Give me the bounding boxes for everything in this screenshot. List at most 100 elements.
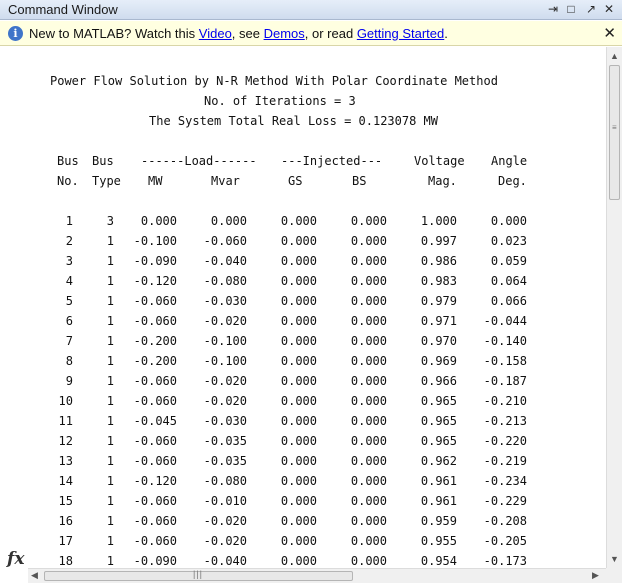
col-header-voltage: Voltage <box>414 154 465 168</box>
load-mvar-cell: -0.020 <box>203 534 247 548</box>
angle-deg-cell: 0.059 <box>490 254 527 268</box>
col-header-injected: ---Injected--- <box>281 154 383 168</box>
scroll-left-icon[interactable]: ◀ <box>31 570 38 581</box>
vertical-scroll-thumb[interactable]: ≡ <box>609 65 620 200</box>
load-mw-cell: -0.200 <box>133 334 177 348</box>
load-mw-cell: -0.100 <box>133 234 177 248</box>
col-header-bus1: Bus <box>57 154 79 168</box>
angle-deg-cell: 0.064 <box>490 274 527 288</box>
injected-gs-cell: 0.000 <box>280 394 317 408</box>
grip-icon: ||| <box>193 569 204 579</box>
voltage-mag-cell: 0.955 <box>420 534 457 548</box>
voltage-mag-cell: 0.965 <box>420 434 457 448</box>
vertical-scrollbar[interactable]: ▲ ≡ ▼ <box>606 47 622 568</box>
angle-deg-cell: -0.234 <box>483 474 527 488</box>
voltage-mag-cell: 0.997 <box>420 234 457 248</box>
angle-deg-cell: -0.229 <box>483 494 527 508</box>
injected-bs-cell: 0.000 <box>350 314 387 328</box>
load-mw-cell: -0.060 <box>133 514 177 528</box>
infobar-close-icon[interactable]: ✕ <box>603 24 616 42</box>
scroll-right-icon[interactable]: ▶ <box>592 570 599 581</box>
load-mvar-cell: -0.080 <box>203 474 247 488</box>
injected-bs-cell: 0.000 <box>350 514 387 528</box>
minimize-icon[interactable]: ↗ <box>582 1 600 18</box>
load-mvar-cell: 0.000 <box>210 214 247 228</box>
video-link[interactable]: Video <box>199 26 232 41</box>
horizontal-scrollbar[interactable]: ◀ ||| ▶ <box>28 568 606 583</box>
load-mvar-cell: -0.020 <box>203 314 247 328</box>
injected-bs-cell: 0.000 <box>350 414 387 428</box>
angle-deg-cell: -0.140 <box>483 334 527 348</box>
voltage-mag-cell: 1.000 <box>420 214 457 228</box>
infobar-sep1: , see <box>231 26 264 41</box>
close-window-icon[interactable]: ✕ <box>600 1 618 18</box>
voltage-mag-cell: 0.986 <box>420 254 457 268</box>
injected-bs-cell: 0.000 <box>350 374 387 388</box>
load-mvar-cell: -0.100 <box>203 334 247 348</box>
command-output[interactable]: Power Flow Solution by N-R Method With P… <box>0 47 606 568</box>
voltage-mag-cell: 0.983 <box>420 274 457 288</box>
command-window-titlebar[interactable]: Command Window ⇥ □ ↗ ✕ <box>0 0 622 20</box>
maximize-icon[interactable]: □ <box>562 1 580 18</box>
injected-bs-cell: 0.000 <box>350 554 387 568</box>
horizontal-scroll-thumb[interactable]: ||| <box>44 569 353 581</box>
injected-bs-cell: 0.000 <box>350 434 387 448</box>
load-mw-cell: -0.120 <box>133 474 177 488</box>
load-mvar-cell: -0.010 <box>203 494 247 508</box>
load-mw-cell: -0.200 <box>133 354 177 368</box>
angle-deg-cell: -0.173 <box>483 554 527 568</box>
getting-started-link[interactable]: Getting Started <box>357 26 444 41</box>
voltage-mag-cell: 0.961 <box>420 474 457 488</box>
load-mw-cell: 0.000 <box>140 214 177 228</box>
load-mvar-cell: -0.020 <box>203 394 247 408</box>
injected-gs-cell: 0.000 <box>280 414 317 428</box>
load-mvar-cell: -0.060 <box>203 234 247 248</box>
voltage-mag-cell: 0.970 <box>420 334 457 348</box>
angle-deg-cell: -0.220 <box>483 434 527 448</box>
col-header-mag: Mag. <box>428 174 457 188</box>
injected-gs-cell: 0.000 <box>280 214 317 228</box>
infobar-message: New to MATLAB? Watch this Video, see Dem… <box>29 26 448 41</box>
injected-bs-cell: 0.000 <box>350 334 387 348</box>
undock-icon[interactable]: ⇥ <box>544 1 562 18</box>
col-header-mvar: Mvar <box>211 174 240 188</box>
load-mvar-cell: -0.040 <box>203 254 247 268</box>
col-header-no: No. <box>57 174 79 188</box>
injected-gs-cell: 0.000 <box>280 334 317 348</box>
injected-bs-cell: 0.000 <box>350 394 387 408</box>
col-header-load: ------Load------ <box>141 154 257 168</box>
load-mvar-cell: -0.030 <box>203 414 247 428</box>
load-mw-cell: -0.060 <box>133 494 177 508</box>
load-mw-cell: -0.060 <box>133 454 177 468</box>
grip-icon: ≡ <box>612 123 617 132</box>
voltage-mag-cell: 0.965 <box>420 414 457 428</box>
voltage-mag-cell: 0.954 <box>420 554 457 568</box>
angle-deg-cell: -0.210 <box>483 394 527 408</box>
infobar-sep2: , or read <box>304 26 357 41</box>
injected-bs-cell: 0.000 <box>350 294 387 308</box>
scroll-down-icon[interactable]: ▼ <box>610 554 619 564</box>
injected-bs-cell: 0.000 <box>350 234 387 248</box>
angle-deg-cell: -0.205 <box>483 534 527 548</box>
total-loss-line: The System Total Real Loss = 0.123078 MW <box>149 114 438 128</box>
injected-gs-cell: 0.000 <box>280 294 317 308</box>
injected-bs-cell: 0.000 <box>350 454 387 468</box>
fx-icon[interactable]: fx <box>7 549 24 569</box>
load-mw-cell: -0.090 <box>133 254 177 268</box>
voltage-mag-cell: 0.961 <box>420 494 457 508</box>
scroll-up-icon[interactable]: ▲ <box>610 51 619 61</box>
injected-gs-cell: 0.000 <box>280 514 317 528</box>
voltage-mag-cell: 0.966 <box>420 374 457 388</box>
injected-bs-cell: 0.000 <box>350 534 387 548</box>
demos-link[interactable]: Demos <box>264 26 305 41</box>
col-header-gs: GS <box>288 174 303 188</box>
injected-gs-cell: 0.000 <box>280 374 317 388</box>
col-header-deg: Deg. <box>498 174 527 188</box>
injected-gs-cell: 0.000 <box>280 534 317 548</box>
injected-gs-cell: 0.000 <box>280 434 317 448</box>
injected-bs-cell: 0.000 <box>350 494 387 508</box>
injected-gs-cell: 0.000 <box>280 314 317 328</box>
injected-gs-cell: 0.000 <box>280 274 317 288</box>
col-header-mw: MW <box>148 174 163 188</box>
angle-deg-cell: 0.000 <box>490 214 527 228</box>
